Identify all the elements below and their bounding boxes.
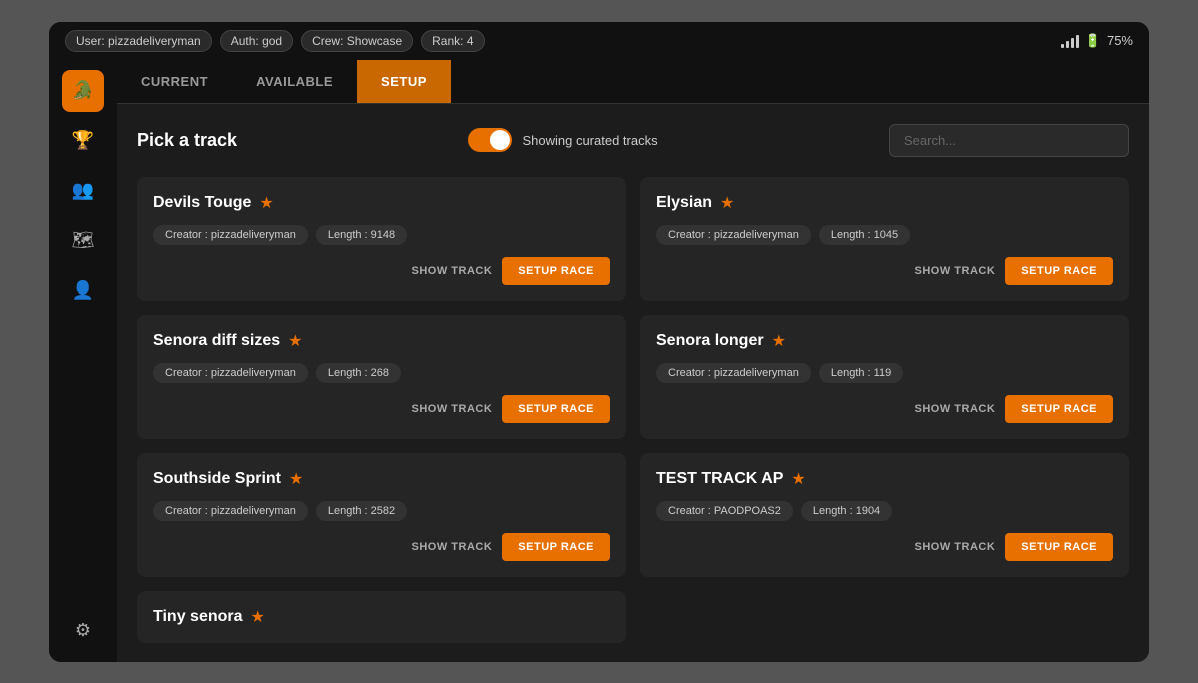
track-actions-3: SHOW TRACK SETUP RACE: [656, 395, 1113, 423]
track-meta-5: Creator : PAODPOAS2 Length : 1904: [656, 501, 1113, 521]
setup-race-button-2[interactable]: SETUP RACE: [502, 395, 610, 423]
track-creator-3: Creator : pizzadeliveryman: [656, 363, 811, 383]
track-length-0: Length : 9148: [316, 225, 407, 245]
track-creator-0: Creator : pizzadeliveryman: [153, 225, 308, 245]
track-header-4: Southside Sprint ★: [153, 469, 610, 489]
track-name-1: Elysian: [656, 194, 712, 212]
star-icon-3: ★: [772, 331, 786, 351]
badge-crew: Crew: Showcase: [301, 30, 413, 52]
track-name-3: Senora longer: [656, 332, 764, 350]
setup-race-button-5[interactable]: SETUP RACE: [1005, 533, 1113, 561]
setup-race-button-4[interactable]: SETUP RACE: [502, 533, 610, 561]
sidebar: 🐊 🏆 👥 🗺 👤 ⚙: [49, 60, 117, 662]
badge-rank: Rank: 4: [421, 30, 484, 52]
toggle-area: Showing curated tracks: [468, 128, 657, 152]
track-header-5: TEST TRACK AP ★: [656, 469, 1113, 489]
show-track-button-3[interactable]: SHOW TRACK: [915, 397, 996, 421]
track-actions-2: SHOW TRACK SETUP RACE: [153, 395, 610, 423]
track-creator-2: Creator : pizzadeliveryman: [153, 363, 308, 383]
top-bar-status: 🔋 75%: [1061, 33, 1133, 49]
badge-user: User: pizzadeliveryman: [65, 30, 212, 52]
show-track-button-4[interactable]: SHOW TRACK: [412, 535, 493, 559]
tab-bar: CURRENT AVAILABLE SETUP: [117, 60, 1149, 104]
track-meta-2: Creator : pizzadeliveryman Length : 268: [153, 363, 610, 383]
tab-available[interactable]: AVAILABLE: [232, 60, 357, 103]
top-bar: User: pizzadeliveryman Auth: god Crew: S…: [49, 22, 1149, 60]
top-bar-badges: User: pizzadeliveryman Auth: god Crew: S…: [65, 30, 485, 52]
track-actions-5: SHOW TRACK SETUP RACE: [656, 533, 1113, 561]
main-area: 🐊 🏆 👥 🗺 👤 ⚙ CURRENT AVAILABLE SETUP Pick…: [49, 60, 1149, 662]
setup-race-button-0[interactable]: SETUP RACE: [502, 257, 610, 285]
sidebar-icon-racing[interactable]: 🐊: [62, 70, 104, 112]
show-track-button-5[interactable]: SHOW TRACK: [915, 535, 996, 559]
track-card-1: Elysian ★ Creator : pizzadeliveryman Len…: [640, 177, 1129, 301]
page-title: Pick a track: [137, 130, 237, 151]
content-header: Pick a track Showing curated tracks: [137, 124, 1129, 157]
track-name-5: TEST TRACK AP: [656, 470, 783, 488]
track-length-3: Length : 119: [819, 363, 903, 383]
search-input[interactable]: [889, 124, 1129, 157]
curated-toggle[interactable]: [468, 128, 512, 152]
sidebar-icon-route[interactable]: 🗺: [62, 220, 104, 262]
star-icon-5: ★: [791, 469, 805, 489]
track-card-0: Devils Touge ★ Creator : pizzadeliveryma…: [137, 177, 626, 301]
toggle-label: Showing curated tracks: [522, 133, 657, 148]
badge-auth: Auth: god: [220, 30, 293, 52]
app-window: User: pizzadeliveryman Auth: god Crew: S…: [49, 22, 1149, 662]
sidebar-icon-people[interactable]: 👥: [62, 170, 104, 212]
track-creator-5: Creator : PAODPOAS2: [656, 501, 793, 521]
battery-icon: 🔋: [1085, 33, 1101, 49]
sidebar-icon-crew[interactable]: 👤: [62, 270, 104, 312]
track-name-4: Southside Sprint: [153, 470, 281, 488]
track-name-0: Devils Touge: [153, 194, 251, 212]
sidebar-icon-trophy[interactable]: 🏆: [62, 120, 104, 162]
sidebar-icon-settings[interactable]: ⚙: [62, 610, 104, 652]
signal-icon: [1061, 34, 1079, 48]
track-meta-4: Creator : pizzadeliveryman Length : 2582: [153, 501, 610, 521]
tab-setup[interactable]: SETUP: [357, 60, 451, 103]
content-area: CURRENT AVAILABLE SETUP Pick a track Sho…: [117, 60, 1149, 662]
setup-race-button-1[interactable]: SETUP RACE: [1005, 257, 1113, 285]
track-actions-4: SHOW TRACK SETUP RACE: [153, 533, 610, 561]
content-body: Pick a track Showing curated tracks: [117, 104, 1149, 662]
star-icon-0: ★: [259, 193, 273, 213]
track-header-partial: Tiny senora ★: [153, 607, 610, 627]
setup-race-button-3[interactable]: SETUP RACE: [1005, 395, 1113, 423]
toggle-knob: [490, 130, 510, 150]
track-header-3: Senora longer ★: [656, 331, 1113, 351]
star-icon-2: ★: [288, 331, 302, 351]
track-length-2: Length : 268: [316, 363, 401, 383]
track-actions-1: SHOW TRACK SETUP RACE: [656, 257, 1113, 285]
track-header-0: Devils Touge ★: [153, 193, 610, 213]
track-creator-1: Creator : pizzadeliveryman: [656, 225, 811, 245]
show-track-button-2[interactable]: SHOW TRACK: [412, 397, 493, 421]
track-length-5: Length : 1904: [801, 501, 892, 521]
track-card-2: Senora diff sizes ★ Creator : pizzadeliv…: [137, 315, 626, 439]
tab-current[interactable]: CURRENT: [117, 60, 232, 103]
show-track-button-0[interactable]: SHOW TRACK: [412, 259, 493, 283]
track-meta-1: Creator : pizzadeliveryman Length : 1045: [656, 225, 1113, 245]
track-card-5: TEST TRACK AP ★ Creator : PAODPOAS2 Leng…: [640, 453, 1129, 577]
track-creator-4: Creator : pizzadeliveryman: [153, 501, 308, 521]
track-length-1: Length : 1045: [819, 225, 910, 245]
show-track-button-1[interactable]: SHOW TRACK: [915, 259, 996, 283]
track-actions-0: SHOW TRACK SETUP RACE: [153, 257, 610, 285]
star-icon-partial: ★: [251, 607, 265, 627]
track-card-4: Southside Sprint ★ Creator : pizzadelive…: [137, 453, 626, 577]
track-header-2: Senora diff sizes ★: [153, 331, 610, 351]
track-meta-3: Creator : pizzadeliveryman Length : 119: [656, 363, 1113, 383]
tracks-grid: Devils Touge ★ Creator : pizzadeliveryma…: [137, 177, 1129, 643]
star-icon-4: ★: [289, 469, 303, 489]
track-name-2: Senora diff sizes: [153, 332, 280, 350]
battery-level: 75%: [1107, 33, 1133, 48]
track-card-partial: Tiny senora ★: [137, 591, 626, 643]
track-length-4: Length : 2582: [316, 501, 407, 521]
track-meta-0: Creator : pizzadeliveryman Length : 9148: [153, 225, 610, 245]
track-card-3: Senora longer ★ Creator : pizzadeliverym…: [640, 315, 1129, 439]
track-header-1: Elysian ★: [656, 193, 1113, 213]
track-name-partial: Tiny senora: [153, 608, 243, 626]
star-icon-1: ★: [720, 193, 734, 213]
